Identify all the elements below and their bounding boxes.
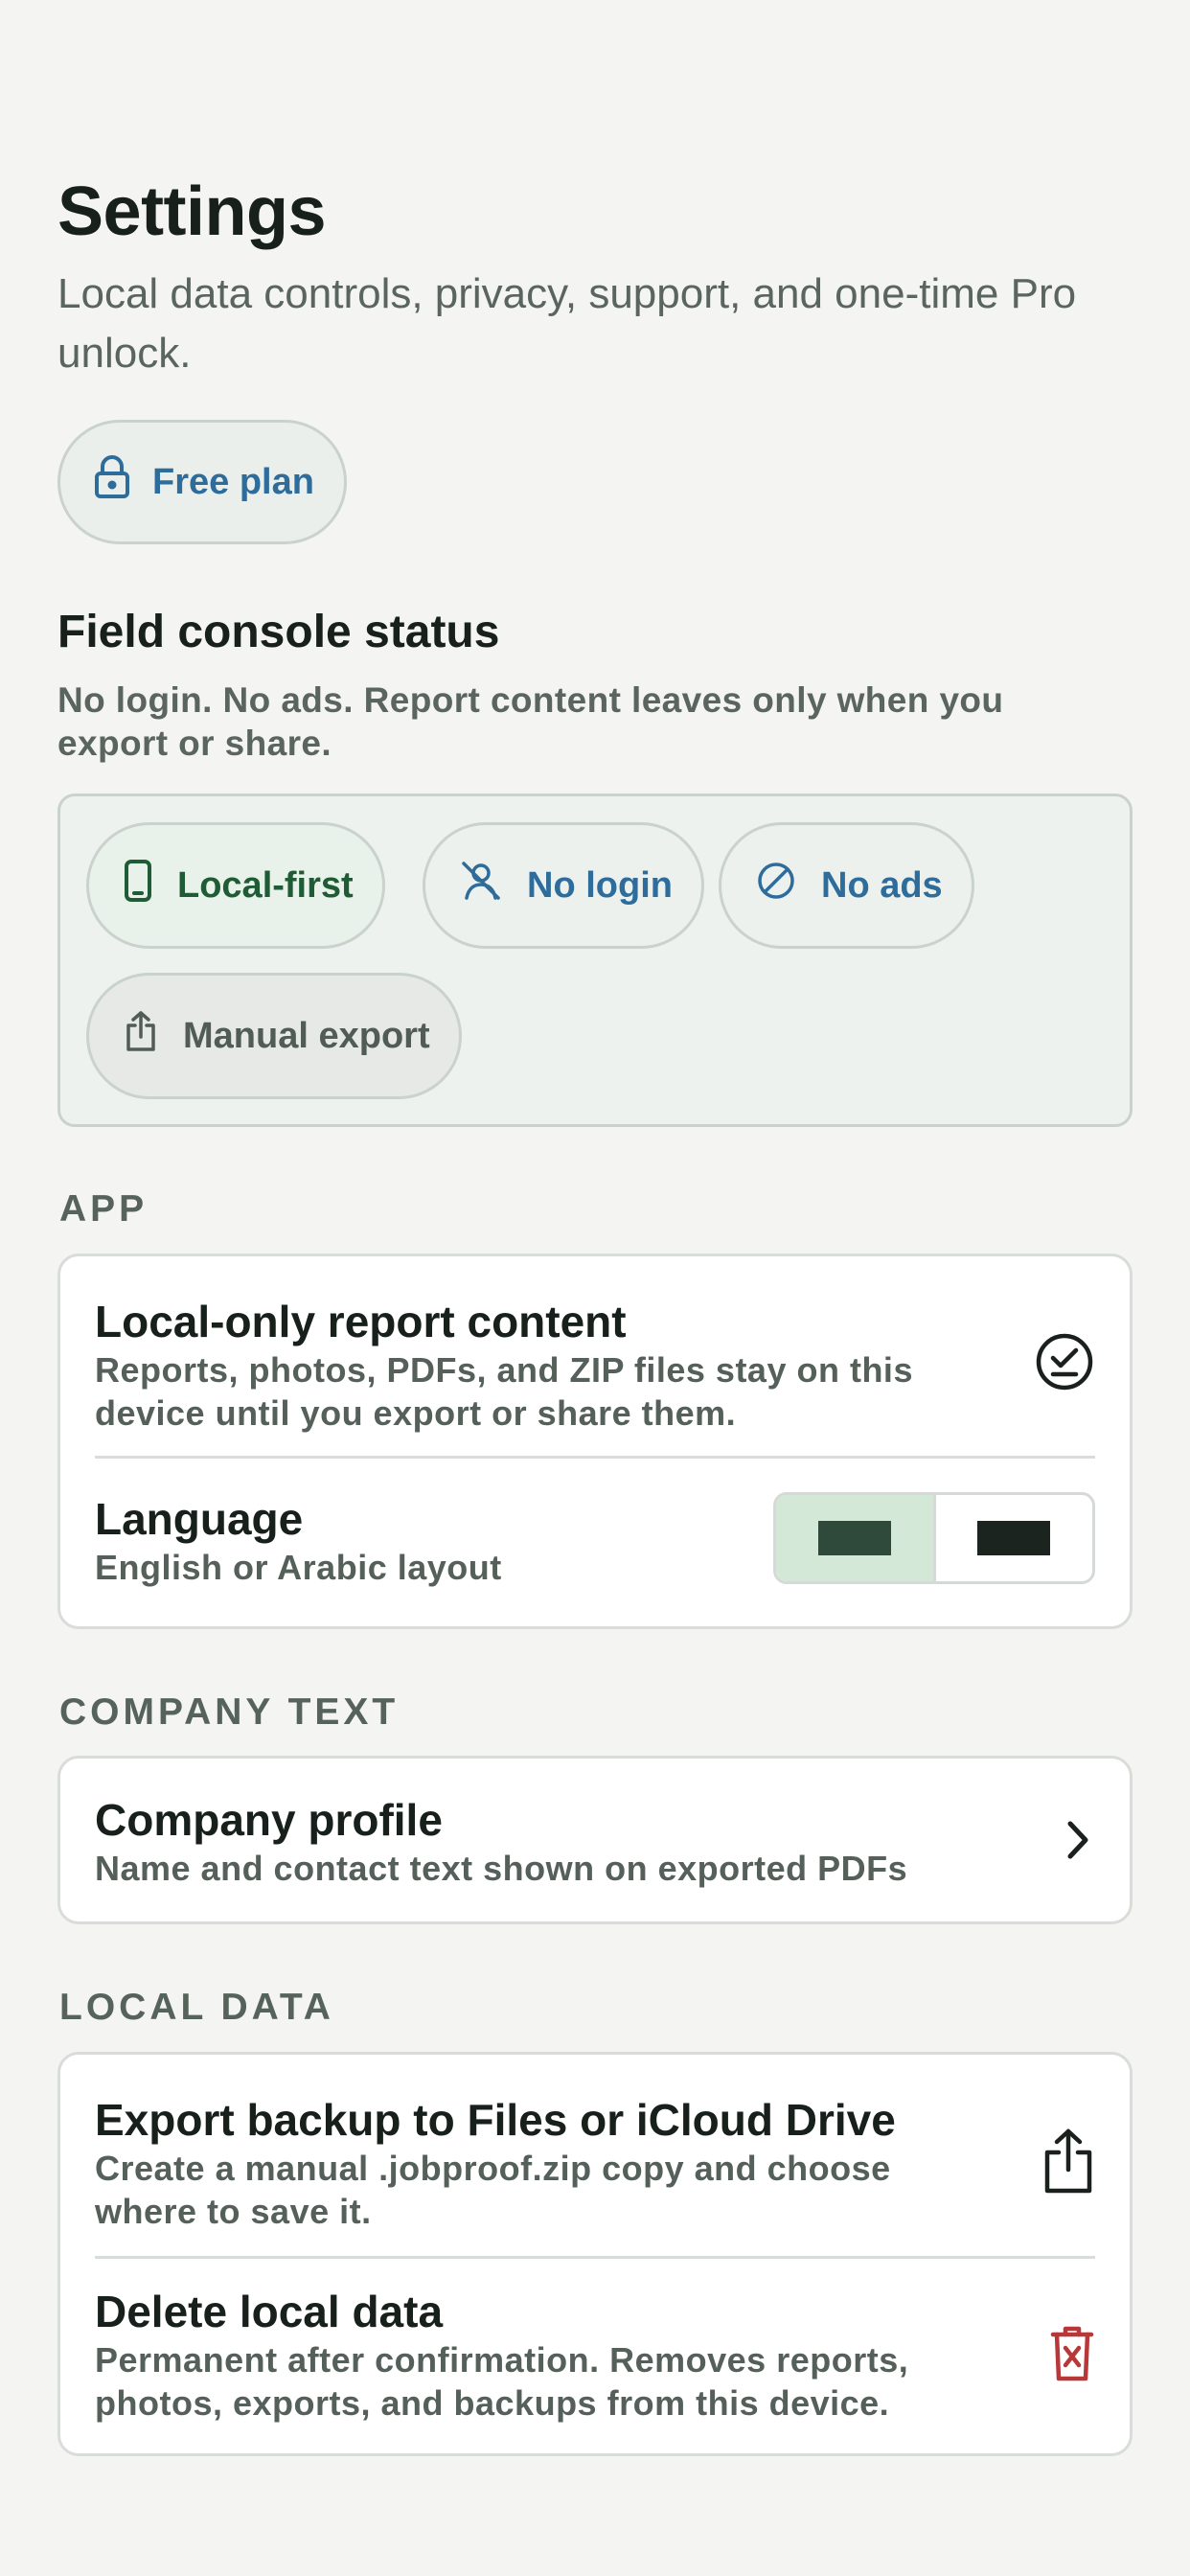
export-backup-description: Create a manual .jobproof.zip copy and c… [95, 2149, 891, 2231]
share-icon[interactable] [1041, 2128, 1095, 2199]
chip-no-login: No login [423, 822, 704, 949]
settings-screen: Settings Local data controls, privacy, s… [0, 0, 1190, 2576]
block-icon [756, 861, 796, 910]
status-description: No login. No ads. Report content leaves … [57, 680, 1004, 763]
delete-local-data-row[interactable]: Delete local data Permanent after confir… [95, 2285, 1095, 2425]
export-backup-row[interactable]: Export backup to Files or iCloud Drive C… [95, 2093, 1095, 2233]
local-data-card: Export backup to Files or iCloud Drive C… [57, 2052, 1133, 2456]
chip-manual-export: Manual export [86, 973, 462, 1099]
plan-label: Free plan [152, 461, 314, 502]
page-title: Settings [57, 173, 327, 250]
check-circle-icon [1034, 1331, 1095, 1397]
language-option-english[interactable] [776, 1495, 933, 1581]
phone-icon [124, 859, 152, 912]
status-panel: Local-first No login No ads Manual expor… [57, 794, 1133, 1127]
local-only-title: Local-only report content [95, 1297, 627, 1346]
section-label-app: APP [59, 1188, 149, 1230]
company-profile-description: Name and contact text shown on exported … [95, 1849, 908, 1888]
section-label-company: COMPANY TEXT [59, 1691, 400, 1733]
delete-local-data-title: Delete local data [95, 2287, 444, 2336]
chip-local-first: Local-first [86, 822, 385, 949]
share-icon [124, 1010, 158, 1062]
no-user-icon [460, 860, 502, 911]
chip-no-ads: No ads [719, 822, 974, 949]
local-only-row: Local-only report content Reports, photo… [95, 1295, 1095, 1435]
local-only-description: Reports, photos, PDFs, and ZIP files sta… [95, 1350, 913, 1433]
plan-badge[interactable]: Free plan [57, 420, 347, 544]
delete-local-data-description: Permanent after confirmation. Removes re… [95, 2340, 909, 2423]
company-profile-title: Company profile [95, 1795, 443, 1845]
status-heading: Field console status [57, 607, 500, 657]
app-card: Local-only report content Reports, photo… [57, 1254, 1133, 1629]
company-profile-row[interactable]: Company profile Name and contact text sh… [57, 1756, 1133, 1924]
page-subtitle: Local data controls, privacy, support, a… [57, 270, 1077, 377]
export-backup-title: Export backup to Files or iCloud Drive [95, 2095, 896, 2145]
language-segmented-control[interactable] [773, 1492, 1095, 1584]
lock-icon [93, 454, 131, 510]
trash-icon[interactable] [1049, 2325, 1095, 2387]
section-label-local-data: LOCAL DATA [59, 1987, 334, 2028]
language-option-arabic[interactable] [932, 1495, 1093, 1581]
chevron-right-icon [1057, 1816, 1095, 1869]
